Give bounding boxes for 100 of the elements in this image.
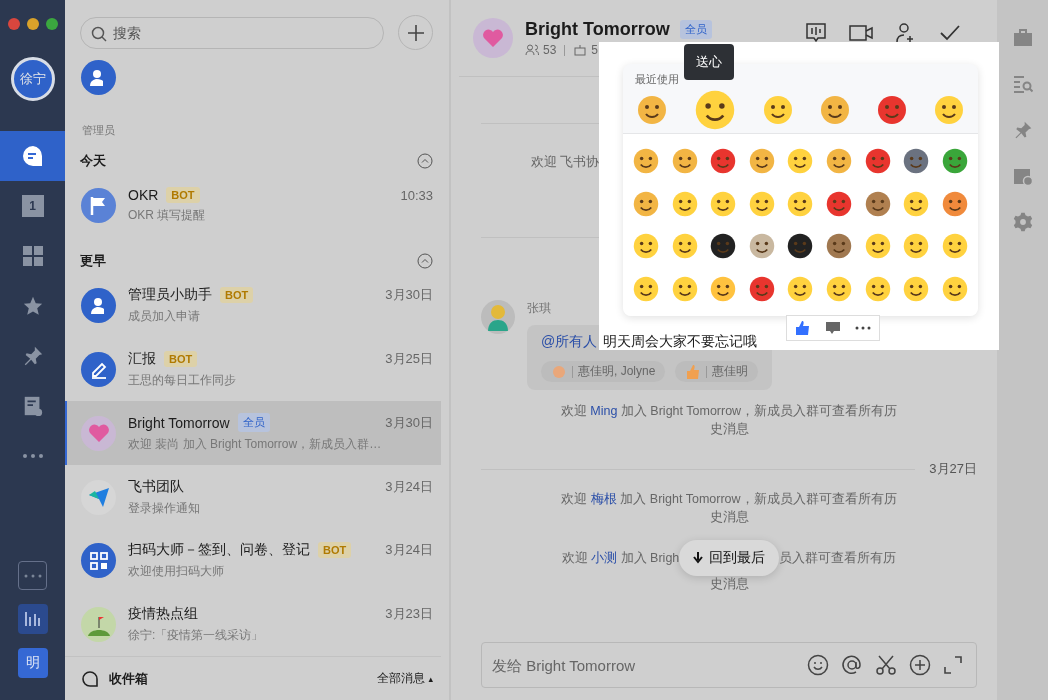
emoji-icon[interactable] [747,189,776,218]
chat-tag: 全员 [679,20,712,39]
chat-item[interactable]: 管理员小助手 BOT 3月30日 成员加入申请 [65,273,441,338]
thumbs-up-icon [685,363,702,380]
minimize-window-icon[interactable] [26,18,39,30]
chat-time: 3月24日 [385,477,433,496]
message-text: 明天周会大家不要忘记哦 [603,333,758,351]
emoji-icon[interactable] [863,274,892,303]
chat-item[interactable]: 扫码大师－签到、问卷、登记 BOT 3月24日 欢迎使用扫码大师 [65,528,441,593]
more-icon [21,453,44,459]
sidebar-tab[interactable]: 1 [0,181,65,231]
chat-name: 管理员小助手 [128,286,212,305]
chat-item[interactable]: 汇报 BOT 3月25日 王思的每日工作同步 [65,337,441,402]
expand-icon[interactable] [943,655,963,675]
emoji-icon[interactable] [786,147,815,176]
thumbs-up-icon[interactable] [795,320,811,336]
chat-avatar-icon [81,188,116,224]
emoji-icon[interactable] [670,232,699,261]
emoji-icon[interactable] [632,189,661,218]
sidebar-tab[interactable] [0,131,65,181]
chat-tag: BOT [164,350,198,367]
emoji-icon[interactable] [876,94,909,126]
message-input[interactable]: 发给 Bright Tomorrow [481,642,977,688]
emoji-icon[interactable] [825,274,854,303]
jump-to-latest-button[interactable]: 回到最后 [679,540,780,576]
emoji-icon[interactable] [709,274,738,303]
emoji-icon[interactable] [786,232,815,261]
emoji-icon[interactable] [902,189,931,218]
chat-item[interactable]: Bright Tomorrow 全员 3月30日 欢迎 裴尚 加入 Bright Tomorrow，新成员入群… [65,401,441,466]
filter-dropdown[interactable]: 全部消息 ▴ [377,670,433,688]
chat-avatar-icon [81,288,116,324]
emoji-icon[interactable] [632,147,661,176]
chat-name: Bright Tomorrow [128,414,230,431]
comment-icon[interactable] [825,321,841,335]
chat-item[interactable]: OKR BOT 10:33 OKR 填写提醒 [65,174,441,238]
user-avatar[interactable]: 徐宁 [10,57,55,101]
section-title: 今天 [80,152,106,170]
collapse-icon[interactable] [417,153,433,169]
emoji-icon[interactable] [747,232,776,261]
chat-preview: 徐宁:「疫情第一线采访」 [128,627,265,645]
emoji-icon[interactable] [940,232,969,261]
emoji-icon[interactable] [902,274,931,303]
chat-tag: BOT [318,542,352,559]
emoji-icon[interactable] [863,232,892,261]
inbox-label[interactable]: 收件箱 [109,669,148,688]
emoji-icon[interactable] [709,147,738,176]
chat-item[interactable]: 飞书团队 3月24日 登录操作通知 [65,465,441,529]
emoji-icon[interactable] [863,189,892,218]
mention-link[interactable]: @所有人 [541,333,598,351]
checkmark-icon[interactable] [939,24,961,42]
emoji-icon[interactable] [632,232,661,261]
emoji-icon[interactable] [863,147,892,176]
chat-item[interactable]: 疫情热点组 3月23日 徐宁:「疫情第一线采访」 [65,592,441,657]
chat-time: 3月30日 [385,286,433,305]
robot-icon [573,44,588,56]
emoji-icon[interactable] [747,147,776,176]
emoji-icon[interactable] [940,274,969,303]
chat-time: 3月25日 [385,349,433,368]
zoom-window-icon[interactable] [45,18,58,30]
admin-avatar-icon[interactable] [80,60,116,95]
emoji-icon[interactable] [786,189,815,218]
emoji-icon[interactable] [670,189,699,218]
emoji-icon[interactable] [825,232,854,261]
chat-preview: 欢迎使用扫码大师 [128,563,225,581]
emoji-icon[interactable] [632,274,661,303]
emoji-icon[interactable] [807,654,829,676]
emoji-icon[interactable] [902,232,931,261]
scissors-icon[interactable] [875,654,897,676]
more-icon[interactable] [855,326,871,330]
announcement-icon[interactable] [805,22,827,44]
emoji-icon[interactable] [902,147,931,176]
emoji-icon[interactable] [933,94,966,126]
video-call-icon[interactable] [849,23,873,43]
workspace-avatar[interactable]: 明 [17,648,48,678]
emoji-icon[interactable] [819,94,852,126]
emoji-icon[interactable] [761,94,794,126]
collapse-icon[interactable] [417,252,433,269]
chart-app-button[interactable] [17,604,48,634]
emoji-icon[interactable] [635,94,668,126]
emoji-icon[interactable] [940,189,969,218]
mention-icon[interactable] [841,654,863,676]
emoji-icon[interactable] [825,189,854,218]
member-count: 53 [543,43,557,57]
system-message: 欢迎 小测 加入 Brigh [561,549,680,567]
emoji-icon[interactable] [709,232,738,261]
emoji-icon[interactable] [825,147,854,176]
add-button[interactable] [398,15,433,50]
chat-time: 3月24日 [385,541,433,560]
system-message: 欢迎 梅根 加入 Bright Tomorrow，新成员入群可查看所有历史消息 [560,491,898,526]
emoji-icon[interactable] [940,147,969,176]
section-title: 更早 [80,251,106,270]
sender-name: 张琪 [527,300,551,317]
search-field[interactable]: 搜索 [80,16,384,49]
emoji-icon[interactable] [670,274,699,303]
emoji-icon[interactable] [670,147,699,176]
emoji-icon[interactable] [786,274,815,303]
add-icon[interactable] [909,654,931,676]
close-window-icon[interactable] [7,18,20,30]
emoji-icon[interactable] [709,189,738,218]
emoji-icon[interactable] [747,274,776,303]
